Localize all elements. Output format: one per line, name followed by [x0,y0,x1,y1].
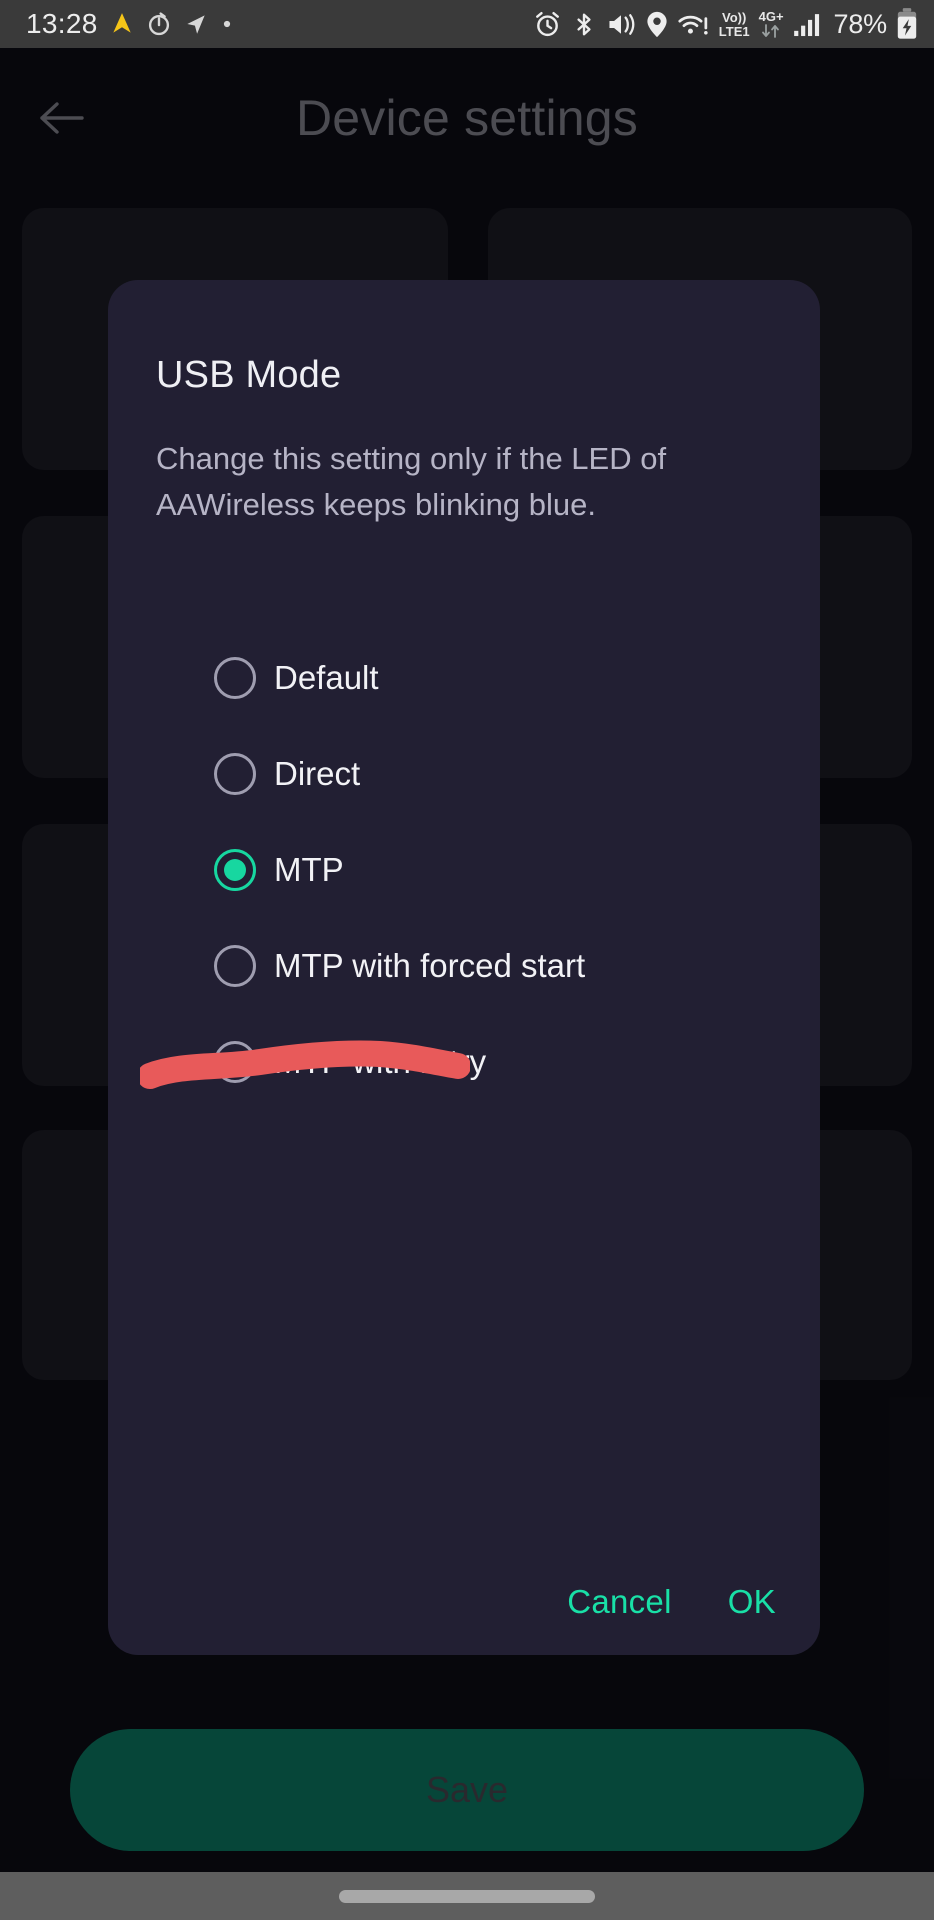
radio-option-4[interactable]: MTP with retry [108,1014,820,1110]
data-transfer-arrows-icon [762,24,779,38]
dot-icon [223,20,230,28]
timer-icon [148,12,169,36]
radio-option-1[interactable]: Direct [108,726,820,822]
radio-button-icon[interactable] [214,753,256,795]
location-pin-icon [647,11,667,37]
dialog-title: USB Mode [156,354,342,396]
radio-option-label: MTP [274,851,344,888]
radio-button-icon[interactable] [214,945,256,987]
radio-option-label: Default [274,659,379,696]
status-bar: 13:28 Vo)) LTE1 4G+ 78% [0,0,934,48]
battery-charging-icon [897,8,917,39]
bluetooth-icon [577,13,591,35]
usb-mode-radio-group: Default Direct MTP MTP with forced start MTP… [108,630,820,1110]
navigation-arrow-icon [112,13,131,33]
wifi-alert-icon [678,15,708,35]
radio-option-3[interactable]: MTP with forced start [108,918,820,1014]
battery-percent-label: 78% [833,8,888,39]
network-gen-label: 4G+ [758,9,784,24]
home-gesture-pill[interactable] [339,1889,595,1903]
status-bar-left: 13:28 [26,8,234,40]
radio-option-label: Direct [274,755,361,792]
radio-button-selected-icon[interactable] [214,849,256,891]
radio-button-icon[interactable] [214,1041,256,1083]
radio-option-label: MTP with retry [274,1043,487,1080]
radio-option-0[interactable]: Default [108,630,820,726]
usb-mode-dialog: USB Mode Change this setting only if the… [108,280,820,1655]
data-arrows-icon: 4G+ [759,10,784,38]
volte-icon: Vo)) LTE1 [719,11,750,38]
alarm-icon [535,11,559,36]
volte-label-bottom: LTE1 [718,23,750,39]
radio-option-label: MTP with forced start [274,947,586,984]
volte-label-top: Vo)) [722,9,747,25]
radio-button-icon[interactable] [214,657,256,699]
ok-button[interactable]: OK [728,1583,776,1621]
system-navigation-bar [0,1872,934,1920]
vibrate-icon [609,13,635,35]
dialog-message: Change this setting only if the LED of A… [156,441,667,522]
cancel-button[interactable]: Cancel [567,1583,672,1621]
signal-bars-icon [793,13,819,36]
location-arrow-icon [186,15,205,34]
clock: 13:28 [26,8,98,39]
radio-option-2[interactable]: MTP [108,822,820,918]
status-bar-right: Vo)) LTE1 4G+ 78% [533,8,918,40]
dialog-actions: Cancel OK [567,1583,776,1621]
phone-screen: Device settings Save USB Mode Change thi… [0,0,934,1920]
